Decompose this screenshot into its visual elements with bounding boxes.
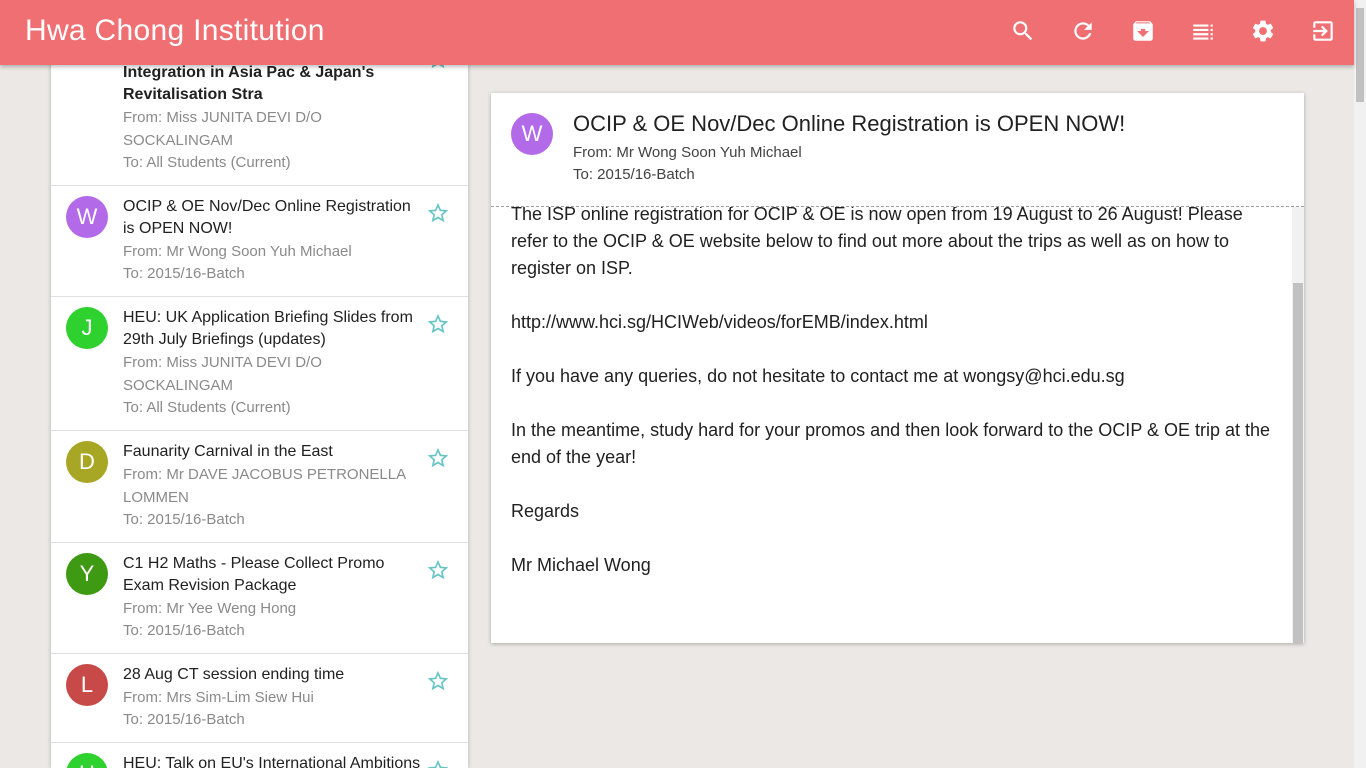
email-to: To: 2015/16-Batch (123, 622, 245, 639)
page-scrollbar-thumb[interactable] (1356, 8, 1364, 102)
star-icon[interactable] (427, 202, 451, 226)
email-list-item[interactable]: H HEU: Talk on EU's International Ambiti… (51, 743, 468, 768)
email-to: To: All Students (Current) (123, 399, 291, 416)
email-list-item[interactable]: L 28 Aug CT session ending time From: Mr… (51, 654, 468, 743)
refresh-icon (1070, 18, 1096, 49)
email-subject: C1 H2 Maths - Please Collect Promo Exam … (123, 555, 385, 594)
archive-icon (1130, 18, 1156, 49)
star-icon[interactable] (427, 559, 451, 583)
app-bar: Hwa Chong Institution (0, 0, 1354, 65)
star-icon[interactable] (427, 670, 451, 694)
email-detail-card: W OCIP & OE Nov/Dec Online Registration … (491, 93, 1304, 643)
avatar: Y (66, 553, 108, 595)
settings-button[interactable] (1248, 18, 1278, 48)
search-button[interactable] (1008, 18, 1038, 48)
email-to: To: 2015/16-Batch (123, 265, 245, 282)
email-from: From: Miss JUNITA DEVI D/O SOCKALINGAM (123, 354, 322, 394)
email-from: From: Mr DAVE JACOBUS PETRONELLA LOMMEN (123, 466, 406, 506)
logout-button[interactable] (1308, 18, 1338, 48)
body-paragraph: The ISP online registration for OCIP & O… (511, 204, 1243, 278)
email-list-item[interactable]: Y C1 H2 Maths - Please Collect Promo Exa… (51, 543, 468, 654)
email-detail-from: From: Mr Wong Soon Yuh Michael (573, 144, 802, 161)
body-paragraph: If you have any queries, do not hesitate… (511, 366, 1125, 386)
email-body-scrollbar[interactable] (1292, 207, 1304, 643)
star-icon[interactable] (427, 447, 451, 471)
archive-button[interactable] (1128, 18, 1158, 48)
email-list: J Integration in Asia Pac & Japan's Revi… (51, 0, 468, 768)
email-from: From: Mrs Sim-Lim Siew Hui (123, 689, 314, 706)
email-to: To: All Students (Current) (123, 154, 291, 171)
avatar: H (66, 753, 108, 768)
email-detail-to: To: 2015/16-Batch (573, 166, 695, 183)
email-to: To: 2015/16-Batch (123, 711, 245, 728)
email-to: To: 2015/16-Batch (123, 511, 245, 528)
email-subject: HEU: Talk on EU's International Ambition… (123, 755, 421, 768)
avatar: W (511, 113, 553, 155)
body-signature: Mr Michael Wong (511, 555, 651, 575)
search-icon (1010, 18, 1036, 49)
star-icon[interactable] (427, 759, 451, 768)
star-icon[interactable] (427, 313, 451, 337)
avatar: D (66, 441, 108, 483)
body-paragraph: Regards (511, 501, 580, 521)
avatar: J (66, 307, 108, 349)
settings-icon (1250, 18, 1276, 49)
list-icon (1190, 18, 1216, 49)
refresh-button[interactable] (1068, 18, 1098, 48)
app-title: Hwa Chong Institution (25, 14, 325, 47)
email-subject: Integration in Asia Pac & Japan's Revita… (123, 64, 375, 103)
avatar: L (66, 664, 108, 706)
page-scrollbar[interactable] (1354, 0, 1366, 768)
email-from: From: Mr Wong Soon Yuh Michael (123, 243, 352, 260)
email-from: From: Miss JUNITA DEVI D/O SOCKALINGAM (123, 109, 322, 149)
avatar: W (66, 196, 108, 238)
list-button[interactable] (1188, 18, 1218, 48)
email-from: From: Mr Yee Weng Hong (123, 600, 297, 617)
email-subject: HEU: UK Application Briefing Slides from… (123, 309, 413, 348)
email-detail-body: The ISP online registration for OCIP & O… (511, 201, 1281, 606)
body-link[interactable]: http://www.hci.sg/HCIWeb/videos/forEMB/i… (511, 312, 928, 332)
email-body-scrollbar-thumb[interactable] (1293, 283, 1303, 643)
email-detail-subject: OCIP & OE Nov/Dec Online Registration is… (573, 111, 1126, 136)
email-list-item[interactable]: W OCIP & OE Nov/Dec Online Registration … (51, 186, 468, 297)
body-paragraph: In the meantime, study hard for your pro… (511, 420, 1271, 467)
logout-icon (1310, 18, 1336, 49)
email-subject: 28 Aug CT session ending time (123, 666, 345, 683)
email-subject: Faunarity Carnival in the East (123, 443, 333, 460)
email-list-item[interactable]: D Faunarity Carnival in the East From: M… (51, 431, 468, 543)
email-detail-header: W OCIP & OE Nov/Dec Online Registration … (491, 93, 1304, 207)
email-subject: OCIP & OE Nov/Dec Online Registration is… (123, 198, 411, 237)
email-list-item[interactable]: J HEU: UK Application Briefing Slides fr… (51, 297, 468, 431)
